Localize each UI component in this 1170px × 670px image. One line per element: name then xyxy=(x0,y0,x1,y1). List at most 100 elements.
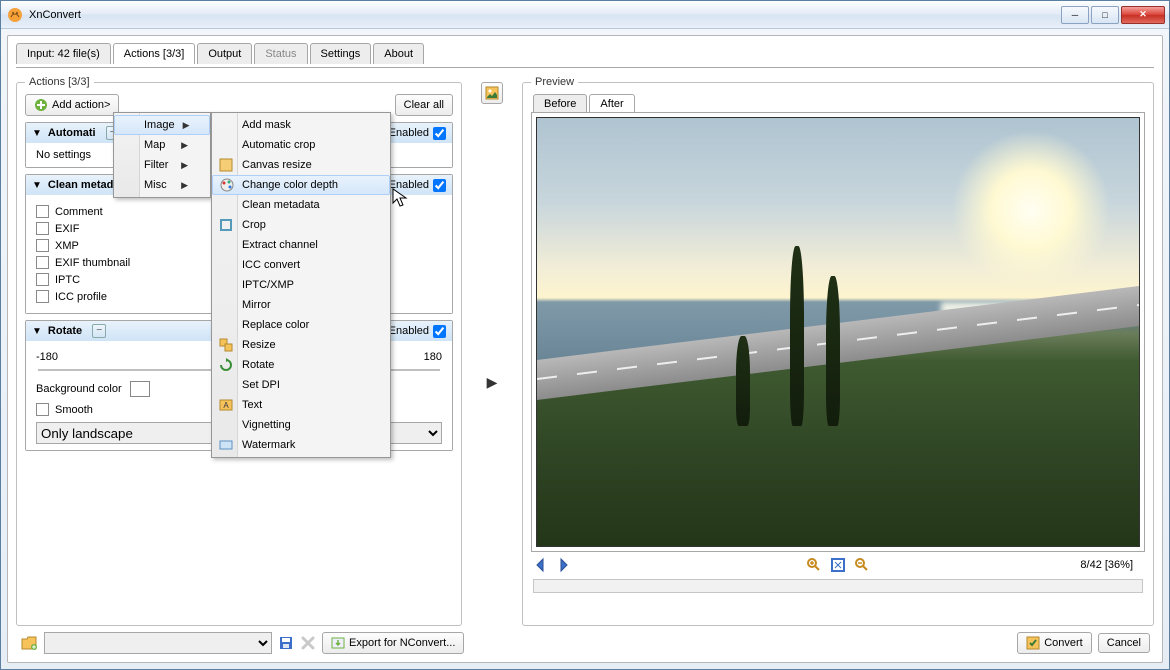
export-icon xyxy=(331,636,345,650)
menu-item-resize[interactable]: Resize xyxy=(212,335,390,355)
menu-item-mirror[interactable]: Mirror xyxy=(212,295,390,315)
minimize-button[interactable]: ─ xyxy=(1061,6,1089,24)
checkbox[interactable] xyxy=(36,273,49,286)
crop-icon xyxy=(218,217,234,233)
bgcolor-swatch[interactable] xyxy=(130,381,150,397)
titlebar[interactable]: XnConvert ─ □ ✕ xyxy=(1,1,1169,29)
menu-item-clean-metadata[interactable]: Clean metadata xyxy=(212,195,390,215)
zoom-in-icon[interactable] xyxy=(806,557,822,573)
bottom-bar: Export for NConvert... Convert Cancel xyxy=(16,626,1154,654)
app-window: XnConvert ─ □ ✕ Input: 42 file(s) Action… xyxy=(0,0,1170,670)
cancel-button[interactable]: Cancel xyxy=(1098,633,1150,653)
checkbox[interactable] xyxy=(36,205,49,218)
convert-icon xyxy=(1026,636,1040,650)
content-area: Input: 42 file(s) Actions [3/3] Output S… xyxy=(7,35,1163,663)
menu-item-extract-channel[interactable]: Extract channel xyxy=(212,235,390,255)
menu-item-iptc-xmp[interactable]: IPTC/XMP xyxy=(212,275,390,295)
export-nconvert-button[interactable]: Export for NConvert... xyxy=(322,632,464,654)
add-action-button[interactable]: Add action> xyxy=(25,94,119,116)
tab-actions[interactable]: Actions [3/3] xyxy=(113,43,196,64)
tab-about[interactable]: About xyxy=(373,43,424,64)
preview-scrollbar[interactable] xyxy=(533,579,1143,593)
checkbox[interactable] xyxy=(36,222,49,235)
tab-after[interactable]: After xyxy=(589,94,634,113)
no-settings-label: No settings xyxy=(36,149,91,161)
add-action-label: Add action> xyxy=(52,99,110,111)
next-arrow-icon[interactable] xyxy=(555,557,571,573)
checkbox-smooth[interactable] xyxy=(36,403,49,416)
action-enabled-checkbox[interactable] xyxy=(433,179,446,192)
zoom-out-icon[interactable] xyxy=(854,557,870,573)
chevron-right-icon: ▶ xyxy=(183,120,190,131)
checkbox[interactable] xyxy=(36,256,49,269)
preview-fieldset: Preview Before After xyxy=(522,76,1154,626)
preview-legend: Preview xyxy=(531,76,578,88)
menu-item-rotate[interactable]: Rotate xyxy=(212,355,390,375)
save-icon[interactable] xyxy=(278,635,294,651)
preview-image xyxy=(536,117,1140,547)
menu-item-misc[interactable]: Misc▶ xyxy=(114,175,210,195)
preview-image-frame xyxy=(531,112,1145,552)
canvas-icon xyxy=(218,157,234,173)
rotate-icon xyxy=(218,357,234,373)
tab-output[interactable]: Output xyxy=(197,43,252,64)
maximize-button[interactable]: □ xyxy=(1091,6,1119,24)
mid-gap: ▶ xyxy=(478,76,506,626)
checkbox[interactable] xyxy=(36,290,49,303)
menu-item-crop[interactable]: Crop xyxy=(212,215,390,235)
preview-status: 8/42 [36%] xyxy=(1080,559,1133,571)
action-title: Rotate xyxy=(48,325,82,337)
svg-text:A: A xyxy=(223,401,229,410)
chevron-right-icon: ▶ xyxy=(181,140,188,151)
preview-tabs: Before After xyxy=(533,94,1145,113)
palette-icon xyxy=(219,177,235,193)
plus-icon xyxy=(34,98,48,112)
menu-item-vignetting[interactable]: Vignetting xyxy=(212,415,390,435)
prev-arrow-icon[interactable] xyxy=(533,557,549,573)
menu-item-watermark[interactable]: Watermark xyxy=(212,435,390,455)
preset-open-icon[interactable] xyxy=(20,634,38,652)
tab-before[interactable]: Before xyxy=(533,94,587,113)
rotate-min: -180 xyxy=(36,351,58,363)
window-title: XnConvert xyxy=(29,9,81,21)
main-tabs: Input: 42 file(s) Actions [3/3] Output S… xyxy=(16,42,1154,63)
remove-action-icon[interactable]: − xyxy=(92,324,106,338)
action-enabled-checkbox[interactable] xyxy=(433,127,446,140)
menu-item-icc-convert[interactable]: ICC convert xyxy=(212,255,390,275)
menu-item-automatic-crop[interactable]: Automatic crop xyxy=(212,135,390,155)
chevron-down-icon: ▼ xyxy=(32,128,42,139)
menu-item-map[interactable]: Map▶ xyxy=(114,135,210,155)
picture-icon xyxy=(485,86,499,100)
menu-item-change-color-depth[interactable]: Change color depth xyxy=(212,175,390,195)
menu-item-filter[interactable]: Filter▶ xyxy=(114,155,210,175)
arrow-right-icon: ▶ xyxy=(487,374,498,391)
delete-icon[interactable] xyxy=(300,635,316,651)
preview-panel: Preview Before After xyxy=(522,76,1154,626)
image-submenu: Add mask Automatic crop Canvas resize Ch… xyxy=(211,112,391,458)
menu-item-image[interactable]: Image▶ xyxy=(114,115,210,135)
menu-item-add-mask[interactable]: Add mask xyxy=(212,115,390,135)
rotate-max: 180 xyxy=(424,351,442,363)
watermark-icon xyxy=(218,437,234,453)
tab-body: Actions [3/3] Add action> Clear all ▼ xyxy=(16,67,1154,626)
action-enabled-checkbox[interactable] xyxy=(433,325,446,338)
convert-button[interactable]: Convert xyxy=(1017,632,1092,654)
preview-refresh-button[interactable] xyxy=(481,82,503,104)
chevron-right-icon: ▶ xyxy=(181,180,188,191)
chevron-down-icon: ▼ xyxy=(32,326,42,337)
menu-item-text[interactable]: AText xyxy=(212,395,390,415)
close-button[interactable]: ✕ xyxy=(1121,6,1165,24)
text-icon: A xyxy=(218,397,234,413)
tab-status[interactable]: Status xyxy=(254,43,307,64)
tab-settings[interactable]: Settings xyxy=(310,43,372,64)
menu-item-set-dpi[interactable]: Set DPI xyxy=(212,375,390,395)
bgcolor-label: Background color xyxy=(36,383,122,395)
preset-select[interactable] xyxy=(44,632,272,654)
menu-item-canvas-resize[interactable]: Canvas resize xyxy=(212,155,390,175)
clear-all-button[interactable]: Clear all xyxy=(395,94,453,116)
menu-item-replace-color[interactable]: Replace color xyxy=(212,315,390,335)
zoom-fit-icon[interactable] xyxy=(830,557,846,573)
tab-input[interactable]: Input: 42 file(s) xyxy=(16,43,111,64)
action-title: Automati xyxy=(48,127,96,139)
checkbox[interactable] xyxy=(36,239,49,252)
